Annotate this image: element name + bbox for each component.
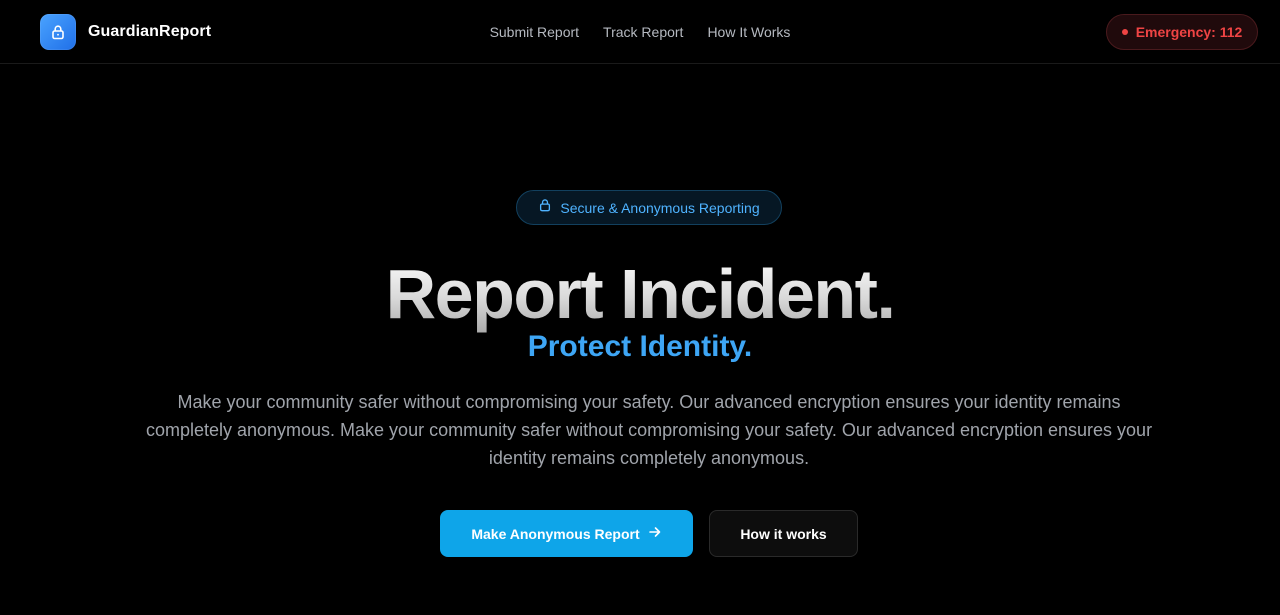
lock-icon — [40, 14, 76, 50]
make-anonymous-report-button[interactable]: Make Anonymous Report — [440, 510, 693, 557]
how-it-works-button[interactable]: How it works — [709, 510, 858, 557]
emergency-button[interactable]: Emergency: 112 — [1106, 14, 1258, 50]
primary-button-label: Make Anonymous Report — [471, 525, 640, 542]
brand-link[interactable]: GuardianReport — [40, 14, 211, 50]
badge-text: Secure & Anonymous Reporting — [560, 199, 760, 216]
status-dot-icon — [1121, 29, 1128, 35]
hero-description: Make your community safer without compro… — [145, 392, 1153, 468]
brand-name: GuardianReport — [88, 23, 212, 40]
security-badge: Secure & Anonymous Reporting — [516, 190, 782, 225]
nav-submit-report[interactable]: Submit Report — [490, 24, 579, 40]
nav-track-report[interactable]: Track Report — [603, 24, 683, 40]
hero-title: Report Incident. — [0, 252, 1280, 336]
lock-icon — [538, 198, 552, 217]
top-navbar: GuardianReport Submit Report Track Repor… — [0, 0, 1280, 64]
secondary-button-label: How it works — [740, 525, 827, 542]
hero-subtitle: Protect Identity. — [527, 330, 753, 363]
arrow-right-icon — [648, 525, 662, 542]
emergency-label: Emergency: 112 — [1135, 24, 1243, 40]
nav-how-it-works[interactable]: How It Works — [707, 24, 790, 40]
